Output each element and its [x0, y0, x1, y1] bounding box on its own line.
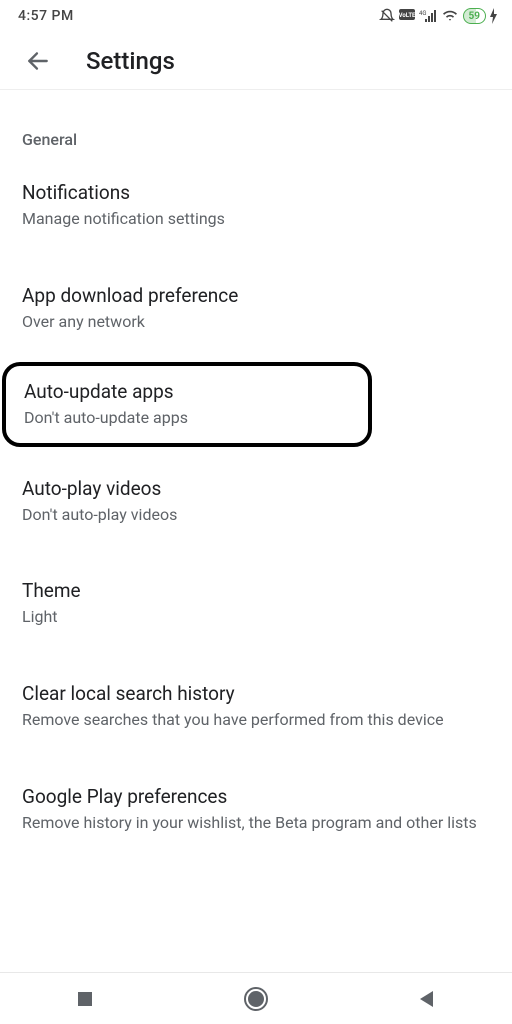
status-bar: 4:57 PM VoLTE 4G — [0, 0, 512, 32]
recents-button[interactable] — [45, 979, 125, 1019]
network-icon: VoLTE — [399, 9, 415, 23]
app-header: Settings — [0, 32, 512, 90]
status-indicators: VoLTE 4G 59 — [379, 8, 498, 24]
battery-indicator: 59 — [463, 8, 486, 24]
setting-theme[interactable]: Theme Light — [0, 561, 512, 646]
setting-auto-update-highlighted[interactable]: Auto-update apps Don't auto-update apps — [2, 362, 372, 447]
signal-icon: 4G — [419, 9, 437, 23]
svg-text:VoLTE: VoLTE — [399, 12, 415, 19]
setting-title: Google Play preferences — [22, 785, 490, 808]
setting-subtitle: Don't auto-play videos — [22, 504, 490, 526]
setting-subtitle: Don't auto-update apps — [24, 407, 350, 429]
setting-subtitle: Manage notification settings — [22, 208, 490, 230]
setting-title: Auto-play videos — [22, 477, 490, 500]
setting-title: Auto-update apps — [24, 380, 350, 403]
charging-icon — [490, 8, 498, 24]
svg-text:4G: 4G — [419, 10, 426, 17]
back-button[interactable] — [20, 43, 56, 79]
setting-title: App download preference — [22, 284, 490, 307]
setting-title: Notifications — [22, 181, 490, 204]
setting-notifications[interactable]: Notifications Manage notification settin… — [0, 163, 512, 248]
setting-title: Theme — [22, 579, 490, 602]
setting-title: Clear local search history — [22, 682, 490, 705]
status-time: 4:57 PM — [18, 8, 74, 24]
wifi-icon — [441, 9, 459, 23]
settings-content: General Notifications Manage notificatio… — [0, 90, 512, 851]
setting-download-preference[interactable]: App download preference Over any network — [0, 266, 512, 351]
navigation-bar — [0, 972, 512, 1024]
setting-subtitle: Remove searches that you have performed … — [22, 709, 490, 731]
setting-auto-play[interactable]: Auto-play videos Don't auto-play videos — [0, 459, 512, 544]
back-nav-button[interactable] — [387, 979, 467, 1019]
setting-play-preferences[interactable]: Google Play preferences Remove history i… — [0, 767, 512, 852]
setting-clear-search-history[interactable]: Clear local search history Remove search… — [0, 664, 512, 749]
section-header-general: General — [0, 90, 512, 163]
page-title: Settings — [86, 47, 175, 75]
setting-subtitle: Over any network — [22, 311, 490, 333]
setting-subtitle: Light — [22, 606, 490, 628]
setting-subtitle: Remove history in your wishlist, the Bet… — [22, 812, 490, 834]
home-button[interactable] — [216, 979, 296, 1019]
alarm-muted-icon — [379, 8, 395, 24]
